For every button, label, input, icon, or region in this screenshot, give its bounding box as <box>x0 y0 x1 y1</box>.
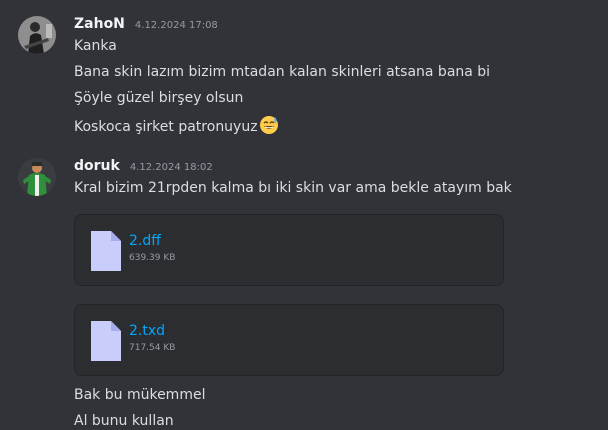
file-size: 639.39 KB <box>129 253 176 263</box>
timestamp: 4.12.2024 18:02 <box>129 162 213 173</box>
file-icon <box>91 231 121 271</box>
avatar[interactable] <box>18 158 56 196</box>
avatar-image <box>18 158 56 196</box>
avatar-image <box>18 16 56 54</box>
message-text: Kral bizim 21rpden kalma bı iki skin var… <box>74 180 512 196</box>
avatar[interactable] <box>18 16 56 54</box>
username[interactable]: ZahoN <box>74 16 125 32</box>
message-text: Al bunu kullan <box>74 413 174 429</box>
message-text: Şöyle güzel birşey olsun <box>74 90 244 106</box>
grinning-sweat-emoji-icon[interactable] <box>259 115 279 135</box>
message-text: Bana skin lazım bizim mtadan kalan skinl… <box>74 64 491 80</box>
file-name-link[interactable]: 2.dff <box>129 233 161 249</box>
timestamp: 4.12.2024 17:08 <box>134 20 218 31</box>
file-attachment[interactable]: 2.txd 717.54 KB <box>74 304 504 376</box>
message-text: Kanka <box>74 38 117 54</box>
message-line-with-emoji: Koskoca şirket patronuyuz <box>74 115 279 136</box>
file-size: 717.54 KB <box>129 343 176 353</box>
username[interactable]: doruk <box>74 158 120 174</box>
file-attachment[interactable]: 2.dff 639.39 KB <box>74 214 504 286</box>
message-text: Bak bu mükemmel <box>74 387 206 403</box>
file-name-link[interactable]: 2.txd <box>129 323 165 339</box>
file-icon <box>91 321 121 361</box>
message-text: Koskoca şirket patronuyuz <box>74 119 258 135</box>
